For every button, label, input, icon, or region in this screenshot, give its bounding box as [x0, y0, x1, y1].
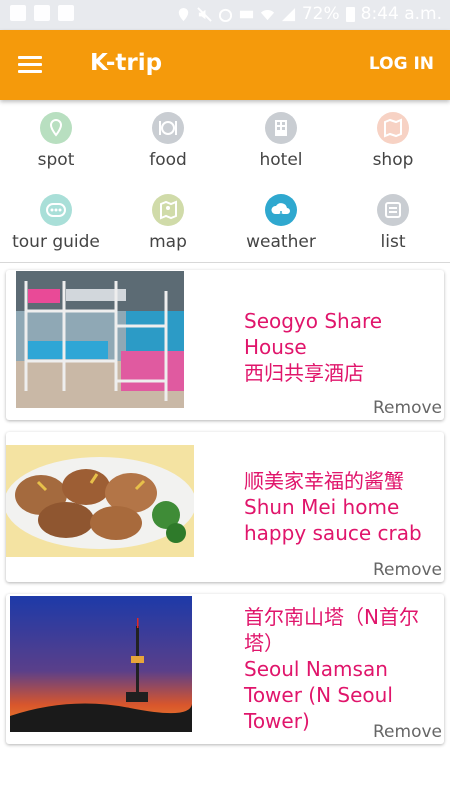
list-icon [377, 194, 409, 226]
remove-button[interactable]: Remove [373, 398, 442, 418]
app-title: K-trip [90, 50, 163, 76]
cloud-icon [265, 194, 297, 226]
category-label: list [380, 232, 406, 252]
category-weather[interactable]: weather [225, 194, 337, 252]
plate-cutlery-icon [152, 112, 184, 144]
category-shop[interactable]: shop [337, 112, 449, 170]
location-icon [178, 7, 189, 21]
category-list[interactable]: list [337, 194, 449, 252]
category-label: tour guide [12, 232, 100, 252]
favorite-title: 顺美家幸福的酱蟹 Shun Mei home happy sauce crab [244, 469, 422, 545]
divider [0, 262, 450, 263]
favorite-card[interactable]: 顺美家幸福的酱蟹 Shun Mei home happy sauce crab … [6, 432, 444, 582]
category-label: map [149, 232, 187, 252]
alarm-icon [218, 8, 232, 22]
category-label: spot [37, 150, 75, 170]
category-hotel[interactable]: hotel [225, 112, 337, 170]
shop-map-icon [377, 112, 409, 144]
gallery-icon [34, 5, 50, 21]
hotel-room-photo [16, 271, 184, 408]
building-icon [265, 112, 297, 144]
mute-icon [197, 6, 212, 22]
category-tour-guide[interactable]: tour guide [0, 194, 112, 252]
favorite-card[interactable]: 首尔南山塔（N首尔塔） Seoul Namsan Tower (N Seoul … [6, 594, 444, 744]
favorite-title: 首尔南山塔（N首尔塔） Seoul Namsan Tower (N Seoul … [244, 605, 419, 733]
sauce-crab-photo [6, 445, 194, 557]
category-label: shop [372, 150, 414, 170]
menu-icon[interactable] [18, 56, 42, 74]
favorite-title: Seogyo Share House 西归共享酒店 [244, 309, 383, 385]
notification-icon [10, 5, 26, 21]
namsan-tower-photo [10, 596, 192, 732]
category-spot[interactable]: spot [0, 112, 112, 170]
battery-level: 72% [301, 4, 340, 24]
favorite-card[interactable]: Seogyo Share House 西归共享酒店 Remove [6, 270, 444, 420]
volte-icon [239, 10, 253, 18]
remove-button[interactable]: Remove [373, 722, 442, 742]
notification-icons [10, 5, 74, 21]
battery-icon [345, 7, 355, 22]
category-label: weather [246, 232, 316, 252]
category-food[interactable]: food [112, 112, 224, 170]
category-label: hotel [259, 150, 303, 170]
chat-bubble-icon [40, 194, 72, 226]
pin-icon [40, 112, 72, 144]
wifi-icon [260, 9, 274, 20]
category-grid: spot food hotel shop tour guide map weat… [0, 108, 450, 260]
app-bar: K-trip LOG IN [0, 30, 450, 100]
signal-icon [281, 7, 295, 21]
system-indicators: 72% 8:44 a.m. [176, 4, 442, 24]
category-map[interactable]: map [112, 194, 224, 252]
map-icon [152, 194, 184, 226]
login-button[interactable]: LOG IN [369, 54, 434, 74]
remove-button[interactable]: Remove [373, 560, 442, 580]
category-label: food [149, 150, 187, 170]
download-icon [58, 5, 74, 21]
status-bar: 72% 8:44 a.m. [0, 0, 450, 30]
clock: 8:44 a.m. [360, 4, 442, 24]
